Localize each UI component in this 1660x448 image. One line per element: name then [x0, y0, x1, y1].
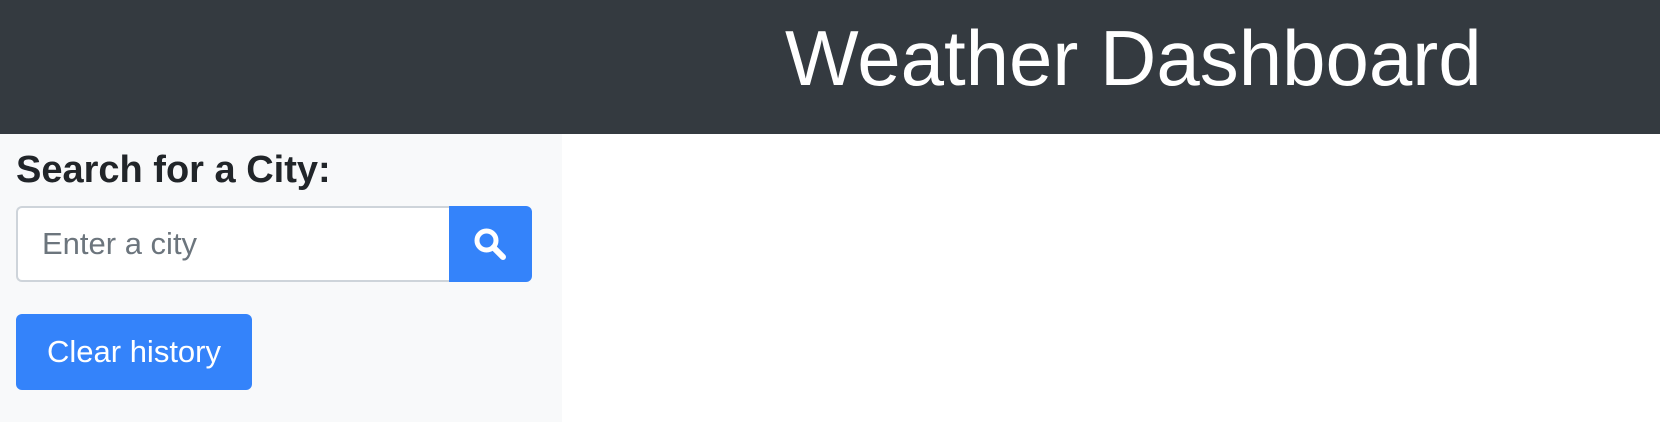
clear-history-button[interactable]: Clear history	[16, 314, 252, 390]
page-title: Weather Dashboard	[785, 14, 1482, 102]
search-icon	[474, 228, 506, 260]
search-heading: Search for a City:	[16, 149, 331, 191]
city-search-input[interactable]	[16, 206, 449, 282]
search-input-group	[16, 206, 532, 282]
search-sidebar: Search for a City: Clear history	[0, 134, 562, 422]
search-button[interactable]	[449, 206, 532, 282]
header-bar: Weather Dashboard	[0, 0, 1660, 134]
